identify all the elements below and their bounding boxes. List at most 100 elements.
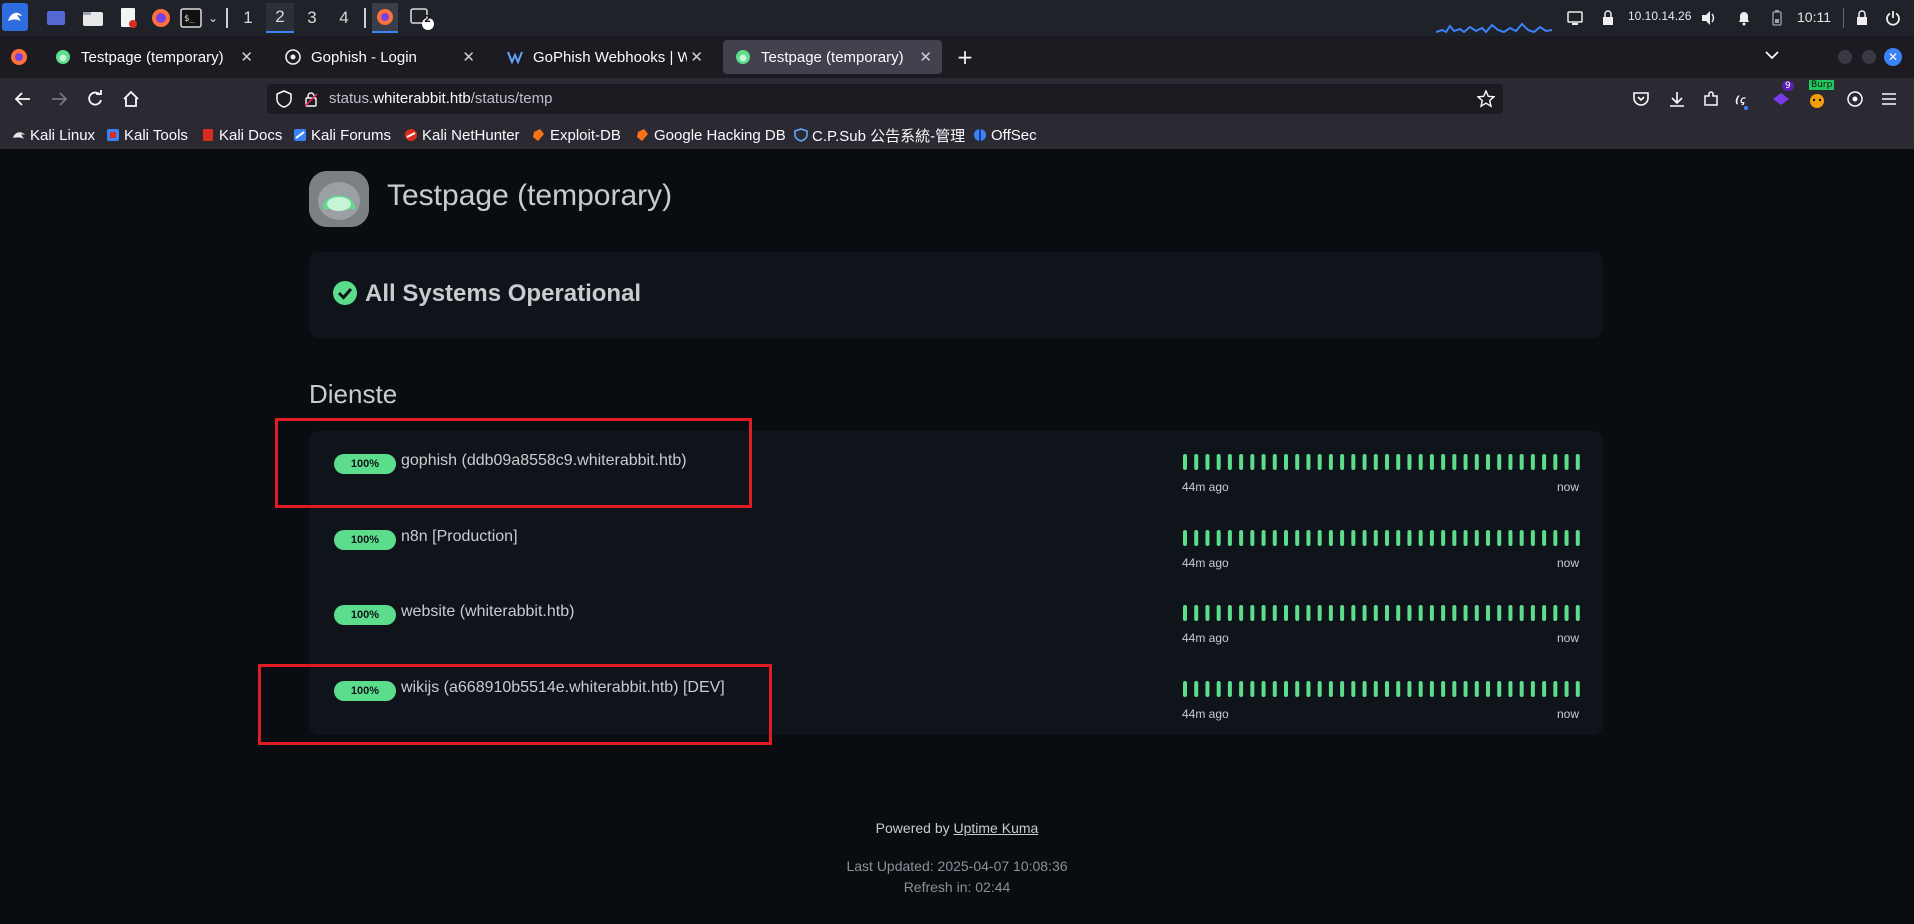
heartbeat-beat[interactable] <box>1239 454 1244 470</box>
heartbeat-beat[interactable] <box>1463 605 1468 621</box>
heartbeat-beat[interactable] <box>1227 605 1232 621</box>
heartbeat-beat[interactable] <box>1340 605 1345 621</box>
text-editor-icon[interactable] <box>118 5 138 31</box>
bookmark-kali-linux[interactable]: Kali Linux <box>12 126 95 144</box>
close-icon[interactable]: ✕ <box>240 48 253 66</box>
heartbeat-beat[interactable] <box>1553 605 1558 621</box>
heartbeat-beat[interactable] <box>1429 454 1434 470</box>
power-icon[interactable] <box>1884 5 1902 31</box>
heartbeat-beat[interactable] <box>1553 681 1558 697</box>
heartbeat-beat[interactable] <box>1519 454 1524 470</box>
heartbeat-beat[interactable] <box>1519 530 1524 546</box>
bookmark-kali-forums[interactable]: Kali Forums <box>293 126 391 144</box>
heartbeat-beat[interactable] <box>1239 530 1244 546</box>
heartbeat-beat[interactable] <box>1508 530 1513 546</box>
hamburger-menu-icon[interactable] <box>1876 86 1902 112</box>
bookmark-kali-docs[interactable]: Kali Docs <box>201 126 282 144</box>
heartbeat-beat[interactable] <box>1205 454 1210 470</box>
heartbeat-beat[interactable] <box>1306 681 1311 697</box>
workspace-3[interactable]: 3 <box>298 3 326 33</box>
heartbeat-beat[interactable] <box>1452 454 1457 470</box>
heartbeat-beat[interactable] <box>1553 530 1558 546</box>
heartbeat-beat[interactable] <box>1429 681 1434 697</box>
heartbeat-beat[interactable] <box>1508 605 1513 621</box>
bookmark-google-hacking-db[interactable]: Google Hacking DB <box>636 126 786 144</box>
heartbeat-beat[interactable] <box>1385 530 1389 546</box>
heartbeat-beat[interactable] <box>1272 454 1277 470</box>
heartbeat-beat[interactable] <box>1396 454 1401 470</box>
tab-gophish-login[interactable]: Gophish - Login ✕ <box>273 40 485 74</box>
heartbeat-beat[interactable] <box>1373 605 1378 621</box>
heartbeat-beat[interactable] <box>1508 454 1513 470</box>
bookmark-kali-tools[interactable]: Kali Tools <box>106 126 188 144</box>
heartbeat-beat[interactable] <box>1261 605 1266 621</box>
heartbeat-beat[interactable] <box>1362 530 1367 546</box>
heartbeat-beat[interactable] <box>1351 605 1356 621</box>
heartbeat-beat[interactable] <box>1564 454 1569 470</box>
heartbeat-beat[interactable] <box>1530 454 1535 470</box>
heartbeat-beat[interactable] <box>1418 605 1423 621</box>
heartbeat-beat[interactable] <box>1194 454 1199 470</box>
home-icon[interactable] <box>118 86 144 112</box>
heartbeat-beat[interactable] <box>1261 530 1266 546</box>
display-icon[interactable] <box>1566 5 1584 31</box>
heartbeat-beat[interactable] <box>1284 530 1288 546</box>
heartbeat-beat[interactable] <box>1272 530 1277 546</box>
close-window-icon[interactable]: ✕ <box>1884 48 1902 66</box>
heartbeat-beat[interactable] <box>1497 530 1502 546</box>
heartbeat-beat[interactable] <box>1575 605 1580 621</box>
heartbeat-beat[interactable] <box>1530 605 1535 621</box>
foxyproxy-icon[interactable] <box>1842 86 1868 112</box>
minimize-window-icon[interactable] <box>1838 50 1852 64</box>
workspace-1[interactable]: 1 <box>234 3 262 33</box>
maximize-window-icon[interactable] <box>1862 50 1876 64</box>
monitor-name[interactable]: n8n [Production] <box>401 528 518 546</box>
heartbeat-beat[interactable] <box>1396 605 1401 621</box>
heartbeat-beat[interactable] <box>1463 530 1468 546</box>
show-desktop-icon[interactable] <box>46 5 66 31</box>
close-icon[interactable]: ✕ <box>919 48 932 66</box>
heartbeat-beat[interactable] <box>1385 454 1389 470</box>
chevron-down-icon[interactable]: ⌄ <box>206 5 220 31</box>
heartbeat-beat[interactable] <box>1317 454 1322 470</box>
site-info-icon[interactable] <box>303 91 319 107</box>
heartbeat-beat[interactable] <box>1227 454 1232 470</box>
heartbeat-beat[interactable] <box>1575 681 1580 697</box>
heartbeat-beat[interactable] <box>1508 681 1513 697</box>
heartbeat-beat[interactable] <box>1306 454 1311 470</box>
heartbeat-beat[interactable] <box>1575 454 1580 470</box>
heartbeat-beat[interactable] <box>1216 530 1221 546</box>
heartbeat-beat[interactable] <box>1474 530 1479 546</box>
heartbeat-beat[interactable] <box>1239 681 1244 697</box>
heartbeat-beat[interactable] <box>1340 530 1345 546</box>
heartbeat-beat[interactable] <box>1486 530 1490 546</box>
heartbeat-beat[interactable] <box>1542 530 1547 546</box>
bookmark-star-icon[interactable] <box>1476 89 1496 108</box>
forward-arrow-icon[interactable] <box>46 86 72 112</box>
workspace-4[interactable]: 4 <box>330 3 358 33</box>
pocket-icon[interactable] <box>1628 86 1654 112</box>
heartbeat-beat[interactable] <box>1452 681 1457 697</box>
heartbeat-beat[interactable] <box>1564 605 1569 621</box>
bookmark-offsec[interactable]: OffSec <box>973 126 1037 144</box>
downloads-icon[interactable] <box>1664 86 1690 112</box>
heartbeat-beat[interactable] <box>1463 454 1468 470</box>
heartbeat-beat[interactable] <box>1373 530 1378 546</box>
heartbeat-beat[interactable] <box>1250 605 1255 621</box>
back-arrow-icon[interactable] <box>10 86 36 112</box>
heartbeat-beat[interactable] <box>1362 681 1367 697</box>
heartbeat-beat[interactable] <box>1396 681 1401 697</box>
heartbeat-beat[interactable] <box>1261 454 1266 470</box>
heartbeat-beat[interactable] <box>1418 454 1423 470</box>
heartbeat-beat[interactable] <box>1183 681 1187 697</box>
notifications-bell-icon[interactable] <box>1736 5 1752 31</box>
heartbeat-beat[interactable] <box>1542 454 1547 470</box>
heartbeat-beat[interactable] <box>1474 681 1479 697</box>
heartbeat-beat[interactable] <box>1418 681 1423 697</box>
heartbeat-beat[interactable] <box>1328 454 1333 470</box>
heartbeat-beat[interactable] <box>1250 530 1255 546</box>
heartbeat-beat[interactable] <box>1362 605 1367 621</box>
file-manager-icon[interactable] <box>82 5 104 31</box>
heartbeat-beat[interactable] <box>1194 605 1199 621</box>
bookmark-cpsub[interactable]: C.P.Sub 公告系統-管理 <box>794 126 965 145</box>
